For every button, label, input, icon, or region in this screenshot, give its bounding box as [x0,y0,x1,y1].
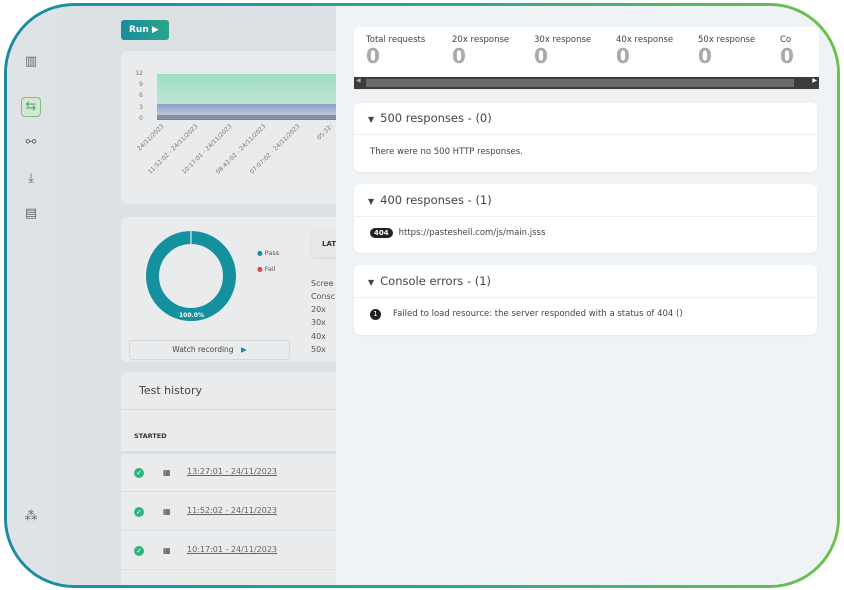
scroll-right-arrow[interactable]: ▶ [812,77,817,84]
section-body-text: There were no 500 HTTP responses. [370,147,523,157]
x-tick: 05:32: [315,123,334,142]
play-icon: ▶ [151,25,159,35]
chart-icon[interactable]: ▥ [22,53,40,71]
stat-30x: 30x response 0 [534,35,591,67]
response-item: 404 https://pasteshell.com/js/main.jsss [370,228,545,238]
details-panel: Total requests 0 20x response 0 30x respon… [336,6,837,585]
calendar-icon: ▦ [163,546,171,555]
y-tick: 6 [139,92,143,99]
section-400-responses: ▼ 400 responses - (1) 404 https://pasteshe… [354,184,817,253]
column-started[interactable]: STARTED [134,432,167,440]
test-history-card: Test history STARTED ✓ ▦ 13:27:01 - 24/11/… [121,372,351,585]
stat-50x: 50x response 0 [698,35,755,67]
table-row[interactable]: ✓ ▦ 11:52:02 - 24/11/2023 [121,493,336,531]
stat-console: Co 0 [780,35,819,67]
result-row-label: 20x [311,305,326,314]
settings-cluster-icon[interactable]: ⁂ [22,508,40,526]
response-url: https://pasteshell.com/js/main.jsss [398,228,546,238]
console-error-item: 1 Failed to load resource: the server res… [370,309,683,320]
calendar-icon: ▦ [163,468,171,477]
result-row-label: Consc [311,292,336,301]
run-link[interactable]: 13:27:01 - 24/11/2023 [187,467,277,476]
area-series-blue [157,104,357,115]
result-row-label: 30x [311,318,326,327]
section-header[interactable]: ▼ Console errors - (1) [368,274,491,288]
area-series-red [157,119,357,120]
error-index-badge: 1 [370,309,381,320]
section-title: Console errors - (1) [380,274,492,288]
divider [121,409,351,410]
section-header[interactable]: ▼ 500 responses - (0) [368,111,492,125]
caret-down-icon: ▼ [368,278,375,287]
divider [354,216,817,217]
stat-value: 0 [452,44,466,68]
report-icon[interactable]: ▤ [22,205,40,223]
donut-pass-segment [146,231,236,321]
check-icon: ✓ [134,546,144,556]
stat-20x: 20x response 0 [452,35,509,67]
status-badge: 404 [370,228,393,238]
history-chart-card: 12 9 6 3 0 24/11/2023 11:52:02 - 24/11/2… [121,51,357,204]
calendar-icon: ▦ [163,507,171,516]
sidebar: ▥ ⇆ ⚯ ⤓ ▤ ⁂ [7,6,56,585]
stat-value: 0 [780,44,794,67]
divider [354,134,817,135]
section-500-responses: ▼ 500 responses - (0) There were no 500 H… [354,103,817,172]
result-row-label: Scree [311,279,334,288]
download-icon[interactable]: ⤓ [22,170,40,188]
y-tick: 3 [139,104,143,111]
stat-value: 0 [616,44,630,68]
section-header[interactable]: ▼ 400 responses - (1) [368,193,492,207]
section-title: 500 responses - (0) [380,111,492,125]
window-frame: ▥ ⇆ ⚯ ⤓ ▤ ⁂ Run ▶ 12 9 6 3 0 24/11/2023 … [4,3,840,588]
pass-fail-donut [146,231,236,321]
scroll-left-arrow[interactable]: ◀ [356,77,361,84]
watch-label: Watch recording [172,345,234,354]
stat-40x: 40x response 0 [616,35,673,67]
y-tick: 9 [139,81,143,88]
caret-down-icon: ▼ [368,115,375,124]
check-icon: ✓ [134,468,144,478]
stat-total-requests: Total requests 0 [366,35,425,67]
y-tick: 12 [135,70,143,77]
table-row[interactable]: ✓ ▦ 10:17:01 - 24/11/2023 [121,532,336,570]
legend-label: Fail [264,265,276,273]
error-message: Failed to load resource: the server resp… [393,309,683,319]
run-link[interactable]: 11:52:02 - 24/11/2023 [187,506,277,515]
stat-value: 0 [534,44,548,68]
scrollbar-thumb[interactable] [366,79,794,87]
stat-value: 0 [366,44,380,68]
horizontal-scrollbar[interactable]: ◀ ▶ [354,77,819,89]
divider [354,297,817,298]
watch-recording-button[interactable]: Watch recording ▶ [129,340,290,360]
test-history-title: Test history [139,384,202,397]
result-row-label: 50x [311,345,326,354]
y-tick: 0 [139,115,143,122]
result-row-label: 40x [311,332,326,341]
app-window: ▥ ⇆ ⚯ ⤓ ▤ ⁂ Run ▶ 12 9 6 3 0 24/11/2023 … [7,6,837,585]
run-button[interactable]: Run ▶ [121,20,169,40]
stat-value: 0 [698,44,712,68]
stats-card: Total requests 0 20x response 0 30x respon… [354,27,819,89]
legend-label: Pass [264,249,280,257]
x-tick: 24/11/2023 [136,123,166,153]
play-icon: ▶ [240,345,247,354]
table-row[interactable]: ✓ ▦ 13:27:01 - 24/11/2023 [121,454,336,492]
check-icon: ✓ [134,507,144,517]
result-card: 100.0% ● Pass ● Fail LAT Scree Consc 20x… [121,217,352,362]
connection-icon[interactable]: ⚯ [22,134,40,152]
run-label: Run [129,25,149,35]
caret-down-icon: ▼ [368,197,375,206]
section-title: 400 responses - (1) [380,193,492,207]
area-series-green [157,74,357,104]
legend-pass: ● Pass [257,249,280,257]
legend-fail: ● Fail [257,265,276,273]
run-link[interactable]: 10:17:01 - 24/11/2023 [187,545,277,554]
transfer-icon[interactable]: ⇆ [21,97,41,117]
donut-percent-label: 100.0% [179,312,204,319]
section-console-errors: ▼ Console errors - (1) 1 Failed to load re… [354,265,817,335]
